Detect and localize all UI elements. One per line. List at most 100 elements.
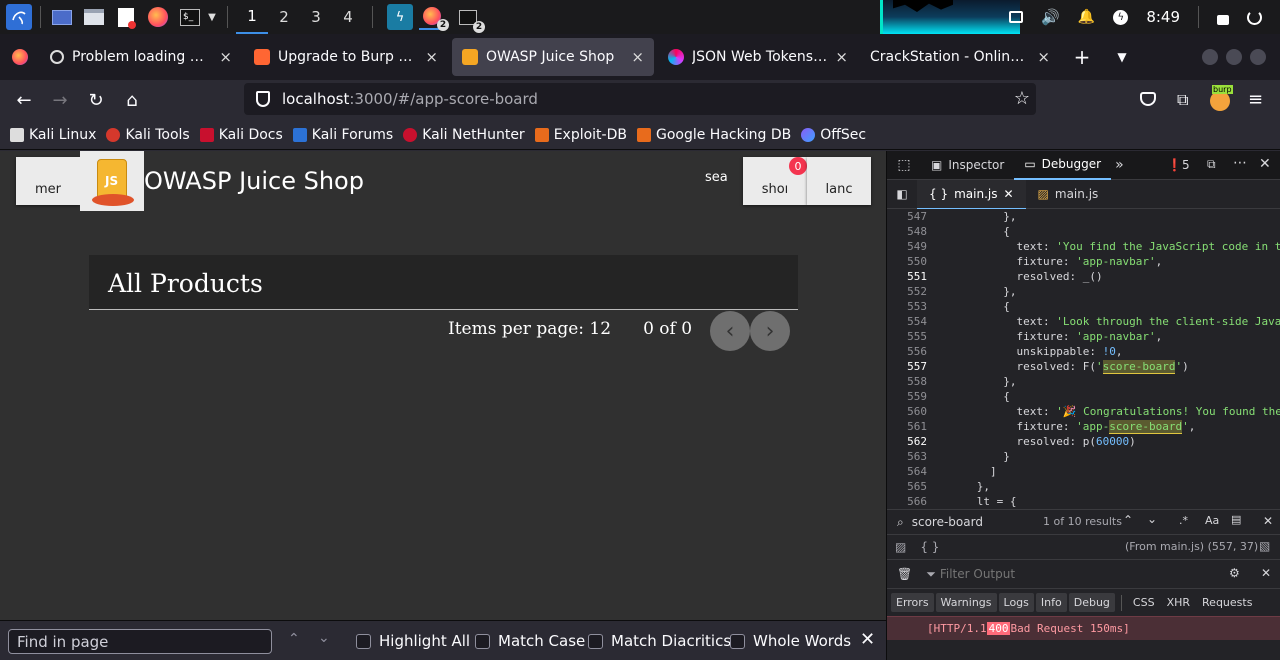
previous-page-button[interactable]: ‹ — [710, 311, 750, 351]
home-icon[interactable]: ⌂ — [116, 84, 148, 116]
pretty-print-icon[interactable]: ▨ — [895, 540, 906, 554]
match-case-checkbox[interactable]: Match Case — [475, 632, 585, 650]
line-number[interactable]: 563 — [887, 450, 927, 463]
close-icon[interactable]: × — [219, 48, 232, 66]
error-count[interactable]: ❗5 — [1167, 158, 1190, 172]
whole-words-checkbox[interactable]: Whole Words — [730, 632, 851, 650]
bookmark-star-icon[interactable]: ☆ — [1014, 88, 1030, 109]
filter-errors[interactable]: Errors — [891, 593, 934, 612]
line-number[interactable]: 556 — [887, 345, 927, 358]
juice-shop-logo[interactable]: JS — [80, 151, 144, 211]
workspace-3[interactable]: 3 — [300, 0, 332, 34]
app-menu-icon[interactable]: ≡ — [1248, 89, 1263, 110]
workspace-2[interactable]: 2 — [268, 0, 300, 34]
workspace-4[interactable]: 4 — [332, 0, 364, 34]
match-diacritics-checkbox[interactable]: Match Diacritics — [588, 632, 731, 650]
new-tab-button[interactable]: + — [1064, 45, 1100, 69]
close-icon[interactable]: × — [631, 48, 644, 66]
checkbox[interactable] — [356, 633, 371, 649]
next-result-icon[interactable]: ⌄ — [1147, 512, 1157, 526]
tab-problem-loading[interactable]: Problem loading page × — [40, 38, 242, 76]
tab-burp-upgrade[interactable]: Upgrade to Burp Suite Professional × — [244, 38, 448, 76]
bookmark-kali-tools[interactable]: Kali Tools — [106, 127, 190, 143]
toggle-panel-icon[interactable]: ▧ — [1259, 539, 1270, 553]
bookmark-kali-nethunter[interactable]: Kali NetHunter — [403, 127, 525, 143]
workspace-1[interactable]: 1 — [236, 0, 268, 34]
file-manager-icon[interactable] — [81, 4, 107, 30]
file-tab-main-js[interactable]: ▨ main.js — [1026, 180, 1111, 209]
console-settings-icon[interactable]: ⚙ — [1229, 566, 1240, 580]
line-number[interactable]: 562 — [887, 435, 927, 448]
filter-requests[interactable]: Requests — [1197, 593, 1257, 612]
line-number[interactable]: 557 — [887, 360, 927, 373]
find-input[interactable] — [8, 629, 272, 654]
lock-icon[interactable] — [1217, 14, 1229, 25]
language-button[interactable]: lanc — [807, 157, 871, 205]
logout-icon[interactable] — [1247, 9, 1262, 25]
next-page-button[interactable]: › — [750, 311, 790, 351]
line-number[interactable]: 554 — [887, 315, 927, 328]
screenshot-icon[interactable] — [1009, 11, 1024, 23]
line-number[interactable]: 550 — [887, 255, 927, 268]
tab-debugger[interactable]: ▭ Debugger — [1014, 151, 1112, 180]
chevron-down-icon[interactable]: ▼ — [205, 4, 219, 30]
forward-arrow-icon[interactable]: → — [44, 84, 76, 116]
checkbox[interactable] — [588, 633, 603, 649]
tab-jwt-io[interactable]: JSON Web Tokens - jwt.io × — [658, 38, 858, 76]
code-editor[interactable]: 547 548 549 550 551 552 553 554 555 556 … — [887, 209, 1280, 509]
url-bar[interactable]: localhost:3000/#/app-score-board ☆ — [244, 83, 1036, 115]
items-per-page[interactable]: Items per page: 12 — [448, 319, 611, 339]
checkbox[interactable] — [730, 633, 745, 649]
line-number[interactable]: 553 — [887, 300, 927, 313]
tab-inspector[interactable]: ▣ Inspector — [921, 151, 1014, 180]
bookmark-exploit-db[interactable]: Exploit-DB — [534, 127, 627, 143]
overflow-menu-icon[interactable]: ⋯ — [1233, 155, 1247, 171]
filter-warnings[interactable]: Warnings — [935, 593, 997, 612]
close-console-icon[interactable]: ✕ — [1261, 566, 1271, 580]
bookmark-kali-docs[interactable]: Kali Docs — [199, 127, 283, 143]
terminal-window-icon[interactable]: 2 — [455, 4, 485, 33]
line-number[interactable]: 548 — [887, 225, 927, 238]
line-number[interactable]: 565 — [887, 480, 927, 493]
close-icon[interactable]: × — [835, 48, 848, 66]
filter-info[interactable]: Info — [1035, 593, 1067, 612]
close-find-bar-icon[interactable]: ✕ — [860, 629, 875, 650]
line-number[interactable]: 559 — [887, 390, 927, 403]
previous-result-icon[interactable]: ⌃ — [1123, 513, 1133, 527]
close-search-icon[interactable]: ✕ — [1263, 514, 1273, 528]
power-icon[interactable]: ϟ — [1113, 9, 1129, 25]
burp-suite-icon[interactable]: ϟ — [387, 4, 413, 30]
dock-options-icon[interactable]: ⧉ — [1207, 157, 1216, 172]
close-icon[interactable]: × — [425, 48, 438, 66]
foxyproxy-burp-icon[interactable]: burp — [1210, 85, 1233, 111]
window-minimize-button[interactable] — [1202, 49, 1218, 65]
window-close-button[interactable] — [1250, 49, 1266, 65]
kali-menu-icon[interactable] — [6, 4, 32, 30]
line-number[interactable]: 551 — [887, 270, 927, 283]
close-icon[interactable]: × — [1037, 48, 1050, 66]
bookmark-offsec[interactable]: OffSec — [801, 127, 866, 143]
pretty-print-braces[interactable]: { } — [920, 540, 939, 554]
firefox-window-icon[interactable]: 2 — [419, 4, 449, 31]
back-arrow-icon[interactable]: ← — [8, 84, 40, 116]
filter-logs[interactable]: Logs — [998, 593, 1034, 612]
find-previous-icon[interactable]: ⌃ — [288, 631, 300, 647]
more-tabs-icon[interactable]: » — [1115, 157, 1124, 173]
filter-xhr[interactable]: XHR — [1162, 593, 1195, 612]
line-number[interactable]: 555 — [887, 330, 927, 343]
case-toggle-icon[interactable]: Aa — [1205, 514, 1219, 527]
element-picker-icon[interactable]: ⬚ — [887, 157, 921, 173]
bookmark-google-hacking-db[interactable]: Google Hacking DB — [636, 127, 791, 143]
console-message[interactable]: [HTTP/1.1 400 Bad Request 150ms] — [887, 616, 1280, 640]
pocket-icon[interactable] — [1140, 92, 1156, 106]
clock[interactable]: 8:49 — [1146, 8, 1180, 26]
reload-icon[interactable]: ↻ — [80, 84, 112, 116]
line-number[interactable]: 560 — [887, 405, 927, 418]
shield-icon[interactable] — [256, 91, 270, 107]
bookmark-kali-linux[interactable]: Kali Linux — [10, 127, 96, 143]
file-tab-main-js-pretty[interactable]: { } main.js ✕ — [917, 179, 1026, 209]
tab-crackstation[interactable]: CrackStation - Online Password Hash Crac… — [860, 38, 1060, 76]
line-number[interactable]: 558 — [887, 375, 927, 388]
line-number[interactable]: 564 — [887, 465, 927, 478]
bookmark-kali-forums[interactable]: Kali Forums — [292, 127, 393, 143]
